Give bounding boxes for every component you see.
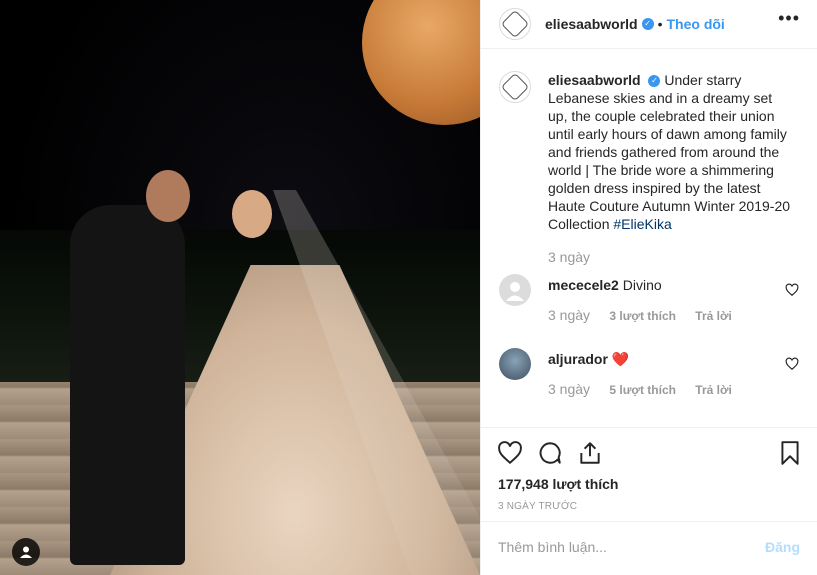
tagged-users-icon[interactable] [12, 538, 40, 566]
comment-likes[interactable]: 5 lượt thích [609, 383, 676, 397]
bride-head [232, 190, 272, 238]
comment-time[interactable]: 3 ngày [548, 307, 590, 323]
follow-button[interactable]: Theo dõi [667, 16, 725, 32]
brand-logo-icon [500, 9, 530, 39]
post-header: eliesaabworld ✓ • Theo dõi ••• [481, 0, 817, 49]
comment-body: aljurador ❤️ [548, 350, 793, 368]
verified-badge-icon: ✓ [641, 18, 654, 30]
hashtag-link[interactable]: #ElieKika [613, 216, 671, 232]
post-sidebar: eliesaabworld ✓ • Theo dõi ••• eliesaabw… [480, 0, 817, 575]
caption-body: eliesaabworld ✓ Under starry Lebanese sk… [548, 71, 793, 233]
comment-like-icon[interactable] [785, 357, 799, 371]
reply-button[interactable]: Trả lời [695, 383, 732, 397]
verified-badge-icon: ✓ [648, 75, 661, 88]
comment-item: mececele2 Divino 3 ngày 3 lượt thích Trả… [499, 274, 799, 334]
caption: eliesaabworld ✓ Under starry Lebanese sk… [499, 71, 799, 265]
separator-dot: • [657, 16, 663, 32]
comment-item: aljurador ❤️ 3 ngày 5 lượt thích Trả lời [499, 348, 799, 408]
share-icon[interactable] [577, 440, 603, 466]
comment-input[interactable] [498, 539, 718, 555]
commenter-avatar[interactable] [499, 348, 531, 380]
comment-text: ❤️ [611, 351, 630, 367]
comment-body: mececele2 Divino [548, 276, 793, 294]
brand-logo-icon [500, 72, 530, 102]
comment-meta: 3 ngày 3 lượt thích Trả lời [548, 307, 732, 323]
post-timestamp[interactable]: 3 NGÀY TRƯỚC [498, 501, 577, 512]
reply-button[interactable]: Trả lời [695, 309, 732, 323]
author-avatar[interactable] [499, 8, 531, 40]
caption-time[interactable]: 3 ngày [548, 249, 590, 265]
caption-avatar[interactable] [499, 71, 531, 103]
post-comment-button[interactable]: Đăng [765, 539, 800, 555]
comment-likes[interactable]: 3 lượt thích [609, 309, 676, 323]
post-actions: 177,948 lượt thích 3 NGÀY TRƯỚC Đăng [481, 427, 817, 575]
comment-time[interactable]: 3 ngày [548, 381, 590, 397]
add-comment-bar: Đăng [481, 521, 817, 575]
groom [70, 205, 185, 565]
comment-meta: 3 ngày 5 lượt thích Trả lời [548, 381, 732, 397]
commenter-username[interactable]: aljurador [548, 351, 608, 367]
groom-head [146, 170, 190, 222]
author-username[interactable]: eliesaabworld [545, 16, 638, 32]
commenter-username[interactable]: mececele2 [548, 277, 619, 293]
caption-username[interactable]: eliesaabworld [548, 72, 641, 88]
comment-text: Divino [622, 277, 662, 293]
like-heart-icon[interactable] [497, 440, 523, 466]
comment-like-icon[interactable] [785, 283, 799, 297]
more-icon[interactable]: ••• [778, 8, 800, 29]
likes-count[interactable]: 177,948 lượt thích [498, 476, 618, 492]
commenter-avatar[interactable] [499, 274, 531, 306]
post-photo[interactable] [0, 0, 480, 575]
caption-text: Under starry Lebanese skies and in a dre… [548, 72, 791, 232]
comment-icon[interactable] [537, 440, 563, 466]
comments-list[interactable]: eliesaabworld ✓ Under starry Lebanese sk… [481, 49, 817, 427]
save-bookmark-icon[interactable] [777, 440, 803, 466]
